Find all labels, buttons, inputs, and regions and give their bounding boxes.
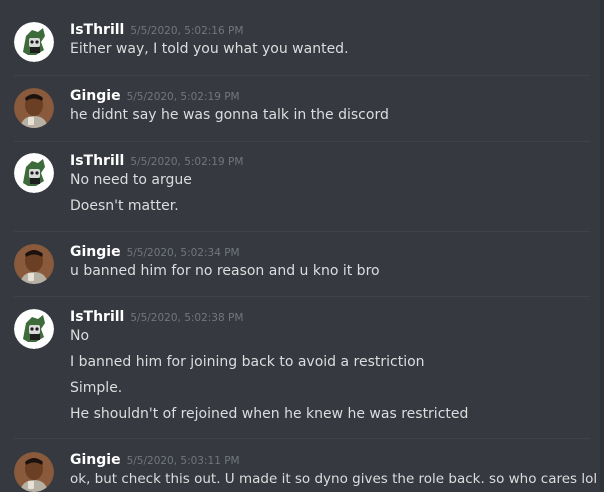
message-header: IsThrill 5/5/2020, 5:02:19 PM [70, 150, 243, 170]
username[interactable]: IsThrill [70, 22, 124, 38]
username[interactable]: IsThrill [70, 309, 124, 325]
message-text: No [70, 328, 90, 344]
divider [14, 141, 590, 142]
gingie-avatar[interactable] [14, 88, 54, 128]
username[interactable]: Gingie [70, 88, 121, 104]
message-text: Doesn't matter. [70, 198, 179, 214]
message-header: Gingie 5/5/2020, 5:02:34 PM [70, 241, 240, 261]
isthrill-avatar[interactable] [14, 309, 54, 349]
divider [14, 296, 590, 297]
timestamp: 5/5/2020, 5:02:19 PM [130, 156, 244, 168]
timestamp: 5/5/2020, 5:02:16 PM [130, 25, 244, 37]
message-header: IsThrill 5/5/2020, 5:02:38 PM [70, 306, 243, 326]
message-header: Gingie 5/5/2020, 5:03:11 PM [70, 449, 240, 469]
username[interactable]: Gingie [70, 244, 121, 260]
username[interactable]: IsThrill [70, 153, 124, 169]
timestamp: 5/5/2020, 5:02:38 PM [130, 312, 244, 324]
chat-messages: IsThrill 5/5/2020, 5:02:16 PM Either way,… [0, 0, 604, 492]
divider [14, 438, 590, 439]
message-text: Either way, I told you what you wanted. [70, 41, 349, 57]
message-text: Simple. [70, 380, 123, 396]
message-text: He shouldn't of rejoined when he knew he… [70, 406, 469, 422]
message-header: Gingie 5/5/2020, 5:02:19 PM [70, 85, 240, 105]
divider [14, 75, 590, 76]
message-text: No need to argue [70, 172, 192, 188]
timestamp: 5/5/2020, 5:03:11 PM [126, 455, 240, 467]
gingie-avatar[interactable] [14, 244, 54, 284]
divider [14, 231, 590, 232]
timestamp: 5/5/2020, 5:02:19 PM [126, 91, 240, 103]
isthrill-avatar[interactable] [14, 153, 54, 193]
message-text: ok, but check this out. U made it so dyn… [70, 471, 598, 487]
message-text: I banned him for joining back to avoid a… [70, 354, 425, 370]
username[interactable]: Gingie [70, 452, 121, 468]
scrollbar[interactable] [600, 0, 604, 491]
isthrill-avatar[interactable] [14, 22, 54, 62]
timestamp: 5/5/2020, 5:02:34 PM [126, 247, 240, 259]
gingie-avatar[interactable] [14, 452, 54, 492]
message-header: IsThrill 5/5/2020, 5:02:16 PM [70, 19, 243, 39]
message-text: he didnt say he was gonna talk in the di… [70, 107, 389, 123]
message-text: u banned him for no reason and u kno it … [70, 263, 380, 279]
